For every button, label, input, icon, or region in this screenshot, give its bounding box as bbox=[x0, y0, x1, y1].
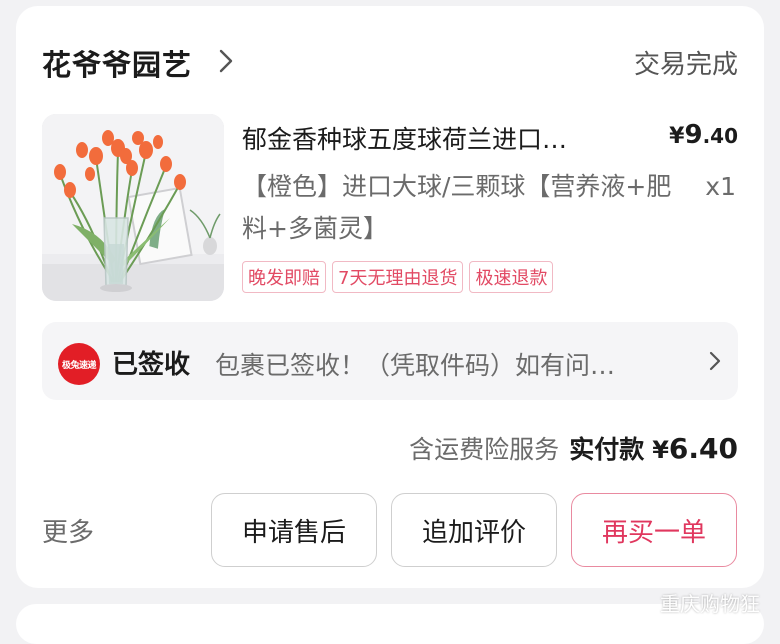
chevron-right-icon[interactable] bbox=[218, 48, 234, 78]
product-image[interactable] bbox=[42, 114, 224, 301]
product-title[interactable]: 郁金香种球五度球荷兰进口… bbox=[242, 120, 662, 156]
tag-late-compensation: 晚发即赔 bbox=[242, 261, 326, 293]
order-status: 交易完成 bbox=[633, 50, 738, 80]
shop-name[interactable]: 花爷爷园艺 bbox=[42, 42, 192, 84]
next-order-card bbox=[16, 604, 764, 644]
product-price: ¥9.40 bbox=[669, 120, 738, 150]
product-quantity: x1 bbox=[705, 172, 736, 201]
shipping-insurance-note: 含运费险服务 bbox=[409, 435, 560, 464]
add-review-button[interactable]: 追加评价 bbox=[391, 493, 557, 567]
paid-value: 6.40 bbox=[668, 432, 738, 465]
shop-header[interactable]: 花爷爷园艺 交易完成 bbox=[42, 36, 738, 86]
buy-again-button[interactable]: 再买一单 bbox=[571, 493, 737, 567]
price-currency: ¥ bbox=[669, 124, 685, 149]
order-card[interactable]: 花爷爷园艺 交易完成 郁金香种球五度球荷兰进口… ¥9.40 【橙色】进口大球/… bbox=[16, 6, 764, 588]
paid-amount: ¥6.40 bbox=[652, 432, 738, 465]
aftersale-button[interactable]: 申请售后 bbox=[211, 493, 377, 567]
logistics-status: 已签收 bbox=[112, 350, 191, 380]
payment-summary: 含运费险服务 实付款 ¥6.40 bbox=[409, 430, 738, 466]
tag-fast-refund: 极速退款 bbox=[469, 261, 554, 293]
chevron-right-icon[interactable] bbox=[708, 350, 722, 376]
product-spec: 【橙色】进口大球/三颗球【营养液+肥料+多菌灵】 bbox=[242, 172, 672, 243]
paid-label: 实付款 bbox=[569, 435, 645, 464]
price-integer: 9 bbox=[684, 120, 703, 150]
tag-7day-return: 7天无理由退货 bbox=[332, 261, 464, 293]
more-button[interactable]: 更多 bbox=[42, 512, 94, 549]
logistics-detail: 包裹已签收！（凭取件码）如有问… bbox=[215, 351, 616, 380]
watermark: 重庆购物狂 bbox=[660, 592, 760, 616]
courier-logo: 极兔速递 bbox=[58, 343, 100, 385]
service-tags: 晚发即赔 7天无理由退货 极速退款 bbox=[242, 261, 554, 293]
paid-currency: ¥ bbox=[652, 436, 669, 464]
price-decimal: .40 bbox=[702, 124, 738, 148]
logistics-bar[interactable]: 极兔速递 已签收 包裹已签收！（凭取件码）如有问… bbox=[42, 322, 738, 400]
